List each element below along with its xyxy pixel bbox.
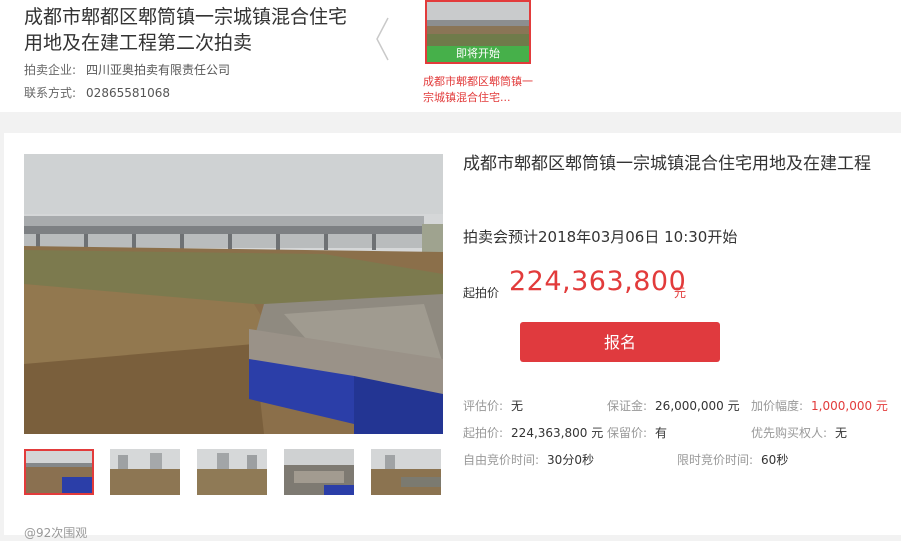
appraisal-label: 评估价: <box>463 399 504 413</box>
start-info-label: 起拍价: <box>463 426 504 440</box>
timed-bid-label: 限时竞价时间: <box>677 453 754 467</box>
priority-label: 优先购买权人: <box>751 426 828 440</box>
contact-row: 联系方式: 02865581068 <box>24 84 170 101</box>
reserve-info: 保留价: 有 <box>607 424 667 441</box>
deposit-label: 保证金: <box>607 399 648 413</box>
reserve-value: 有 <box>655 426 668 440</box>
hero-photo <box>24 154 443 434</box>
priority-info: 优先购买权人: 无 <box>751 424 847 441</box>
thumbnail-caption[interactable]: 成都市郫都区郫筒镇一宗城镇混合住宅... <box>423 74 538 106</box>
timed-bid-value: 60秒 <box>761 453 789 467</box>
appraisal-info: 评估价: 无 <box>463 397 523 414</box>
gallery-thumb[interactable] <box>197 449 267 495</box>
company-name: 四川亚奥拍卖有限责任公司 <box>86 63 231 77</box>
start-price-unit: 元 <box>674 286 687 300</box>
start-info: 起拍价: 224,363,800 元 <box>463 424 603 441</box>
start-info-value: 224,363,800 元 <box>511 426 604 440</box>
gallery-thumb-image <box>371 449 441 495</box>
status-badge: 即将开始 <box>427 46 529 62</box>
detail-title: 成都市郫都区郫筒镇一宗城镇混合住宅用地及在建工程 <box>463 154 871 174</box>
signup-button[interactable]: 报名 <box>520 322 720 362</box>
gallery-thumb-image <box>197 449 267 495</box>
company-label: 拍卖企业: <box>24 63 77 77</box>
increment-info: 加价幅度: 1,000,000 元 <box>751 397 888 414</box>
free-bid-info: 自由竞价时间: 30分0秒 <box>463 451 594 468</box>
free-bid-value: 30分0秒 <box>547 453 594 467</box>
deposit-value: 26,000,000 元 <box>655 399 740 413</box>
reserve-label: 保留价: <box>607 426 648 440</box>
auction-time: 拍卖会预计2018年03月06日 10:30开始 <box>463 228 738 246</box>
gallery-thumb[interactable] <box>110 449 180 495</box>
gallery-thumb[interactable] <box>284 449 354 495</box>
increment-value: 1,000,000 元 <box>811 399 888 413</box>
contact-phone: 02865581068 <box>86 86 171 100</box>
top-lot-card: 成都市郫都区郫筒镇一宗城镇混合住宅用地及在建工程第二次拍卖 拍卖企业: 四川亚奥拍… <box>0 0 901 112</box>
gallery-thumb[interactable] <box>24 449 94 495</box>
gallery-thumb[interactable] <box>371 449 441 495</box>
gallery-thumb-image <box>110 449 180 495</box>
free-bid-label: 自由竞价时间: <box>463 453 540 467</box>
lot-thumbnail[interactable]: 即将开始 <box>425 0 531 64</box>
view-count: @92次围观 <box>24 526 88 540</box>
chevron-left-icon[interactable] <box>372 14 392 64</box>
contact-label: 联系方式: <box>24 86 77 100</box>
appraisal-value: 无 <box>511 399 524 413</box>
start-price: 224,363,800 <box>509 266 687 297</box>
timed-bid-info: 限时竞价时间: 60秒 <box>677 451 788 468</box>
priority-value: 无 <box>835 426 848 440</box>
lot-title[interactable]: 成都市郫都区郫筒镇一宗城镇混合住宅用地及在建工程第二次拍卖 <box>24 4 364 56</box>
gallery-thumb-image <box>26 451 92 493</box>
deposit-info: 保证金: 26,000,000 元 <box>607 397 740 414</box>
increment-label: 加价幅度: <box>751 399 804 413</box>
hero-image[interactable] <box>24 154 443 434</box>
company-row: 拍卖企业: 四川亚奥拍卖有限责任公司 <box>24 61 230 78</box>
start-price-label: 起拍价 <box>463 286 500 300</box>
gallery-thumb-image <box>284 449 354 495</box>
